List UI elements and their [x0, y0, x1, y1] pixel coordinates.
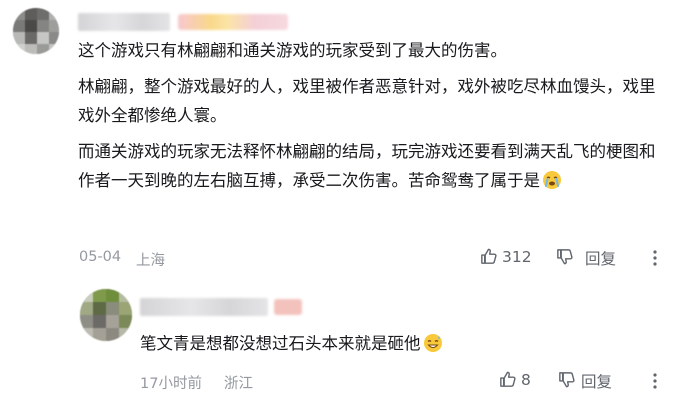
reply-avatar[interactable]	[80, 289, 132, 341]
sob-emoji-icon	[543, 171, 561, 189]
comment-date: 05-04	[79, 249, 122, 265]
reply-more-options-button[interactable]	[645, 371, 665, 391]
comment-paragraph: 这个游戏只有林翩翩和通关游戏的玩家受到了最大的伤害。	[78, 41, 507, 60]
reply-username[interactable]	[140, 298, 268, 316]
reply-time: 17小时前	[140, 376, 202, 392]
comment-paragraph: 林翩翩，整个游戏最好的人，戏里被作者恶意针对，戏外被吃尽林血馒头，戏里戏外全都惨…	[78, 77, 656, 125]
reply-button[interactable]: 回复	[581, 247, 616, 269]
username[interactable]	[78, 13, 170, 31]
comment-paragraph: 而通关游戏的玩家无法释怀林翩翩的结局，玩完游戏还要看到满天乱飞的梗图和作者一天到…	[78, 142, 656, 190]
like-count: 312	[502, 247, 532, 266]
reply-user-badge	[274, 299, 302, 315]
reply-like-button[interactable]: 8	[498, 370, 531, 389]
more-vertical-icon	[653, 373, 657, 389]
thumbs-up-icon	[481, 248, 497, 264]
comment-content: 这个游戏只有林翩翩和通关游戏的玩家受到了最大的伤害。 林翩翩，整个游戏最好的人，…	[78, 36, 668, 202]
user-badge	[178, 14, 288, 30]
reply-like-count: 8	[521, 370, 531, 389]
reply-content: 笔文青是想都没想过石头本来就是砸他	[140, 331, 443, 357]
avatar[interactable]	[13, 8, 59, 54]
thumbs-down-icon	[559, 372, 575, 388]
grin-sweat-emoji-icon	[423, 334, 442, 352]
reply-location: 浙江	[224, 376, 253, 392]
dislike-button[interactable]	[555, 247, 574, 266]
comment-location: 上海	[136, 253, 165, 269]
like-button[interactable]: 312	[479, 247, 532, 266]
thumbs-down-icon	[557, 249, 573, 265]
reply-dislike-button[interactable]	[557, 370, 576, 389]
more-options-button[interactable]	[645, 248, 665, 268]
thumbs-up-icon	[500, 371, 516, 387]
more-vertical-icon	[653, 250, 657, 266]
reply-reply-button[interactable]: 回复	[581, 370, 612, 392]
